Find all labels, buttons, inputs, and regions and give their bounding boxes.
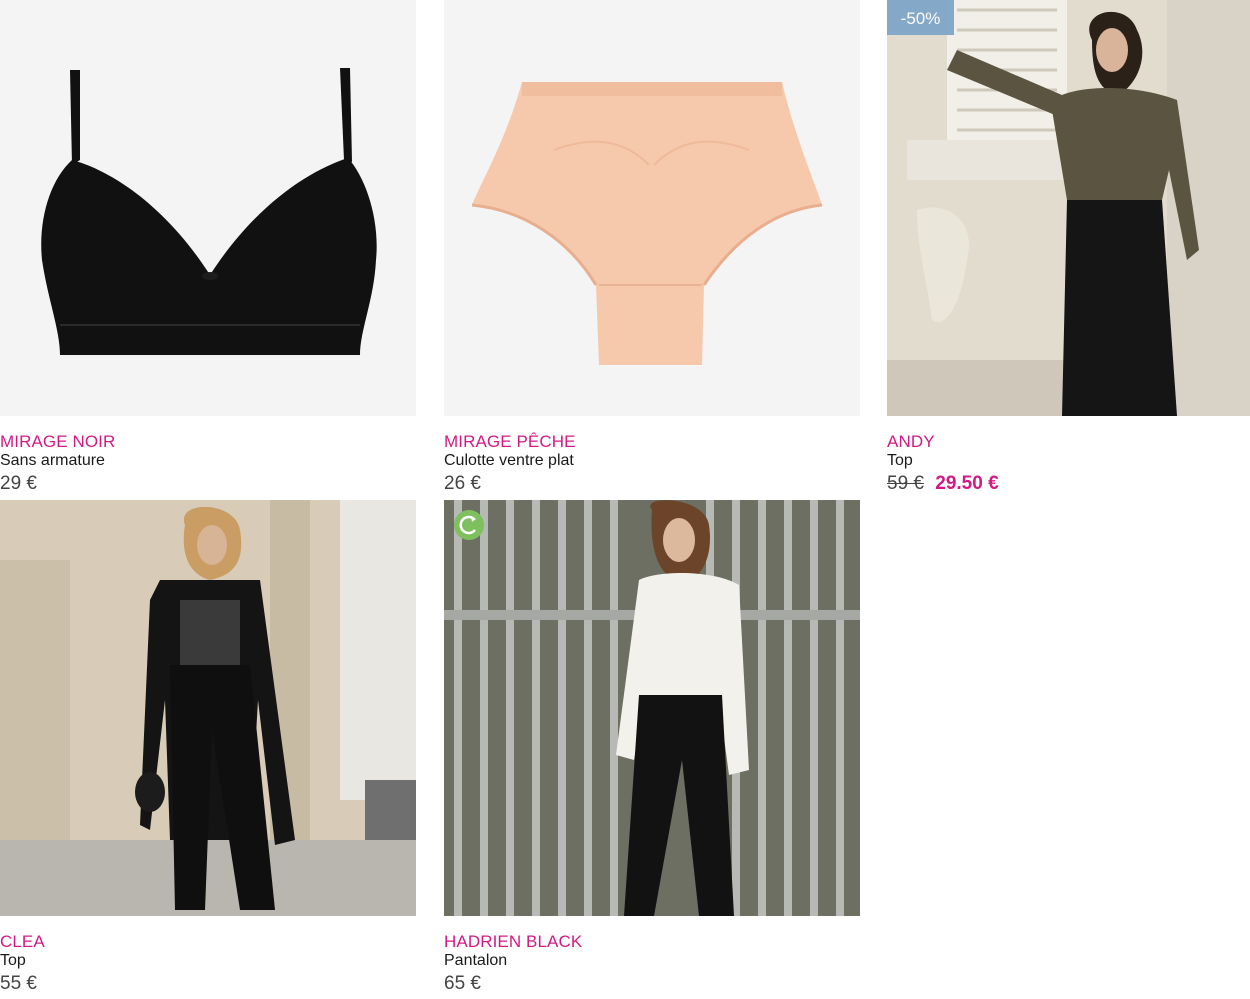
product-image-hadrien-black[interactable] xyxy=(444,500,860,916)
product-name[interactable]: MIRAGE NOIR xyxy=(0,432,416,451)
product-price: 29 € xyxy=(0,470,416,498)
product-image-andy[interactable]: -50% xyxy=(887,0,1250,416)
bra-illustration xyxy=(41,68,377,355)
product-card-andy[interactable]: -50% ANDY Top 59 € 29.50 € xyxy=(887,0,1250,498)
discount-badge: -50% xyxy=(887,0,954,35)
product-image-clea[interactable] xyxy=(0,500,416,916)
product-type: Sans armature xyxy=(0,452,105,469)
price-value: 55 € xyxy=(0,973,37,994)
product-card-hadrien-black[interactable]: HADRIEN BLACK Pantalon 65 € xyxy=(444,500,860,998)
hadrien-photo xyxy=(444,500,860,916)
product-name[interactable]: HADRIEN BLACK xyxy=(444,932,860,951)
product-card-clea[interactable]: CLEA Top 55 € xyxy=(0,500,416,998)
sale-price: 29.50 € xyxy=(935,473,999,494)
product-image-mirage-noir[interactable] xyxy=(0,0,416,416)
product-type: Top xyxy=(0,952,26,969)
product-type: Top xyxy=(887,452,913,469)
product-price: 65 € xyxy=(444,970,860,998)
product-type: Culotte ventre plat xyxy=(444,452,574,469)
old-price: 59 € xyxy=(887,473,924,494)
product-type: Pantalon xyxy=(444,952,508,969)
product-name[interactable]: MIRAGE PÊCHE xyxy=(444,432,860,451)
product-price: 59 € 29.50 € xyxy=(887,470,1250,498)
product-price: 26 € xyxy=(444,470,860,498)
price-value: 65 € xyxy=(444,973,481,994)
product-card-mirage-peche[interactable]: MIRAGE PÊCHE Culotte ventre plat 26 € xyxy=(444,0,860,498)
clea-photo xyxy=(0,500,416,916)
brief-illustration xyxy=(471,82,823,365)
price-value: 29 € xyxy=(0,473,37,494)
product-name[interactable]: CLEA xyxy=(0,932,416,951)
product-card-mirage-noir[interactable]: MIRAGE NOIR Sans armature 29 € xyxy=(0,0,416,498)
product-image-mirage-peche[interactable] xyxy=(444,0,860,416)
andy-photo xyxy=(887,0,1250,416)
price-value: 26 € xyxy=(444,473,481,494)
product-name[interactable]: ANDY xyxy=(887,432,1250,451)
eco-leaf-icon xyxy=(454,510,484,540)
product-price: 55 € xyxy=(0,970,416,998)
